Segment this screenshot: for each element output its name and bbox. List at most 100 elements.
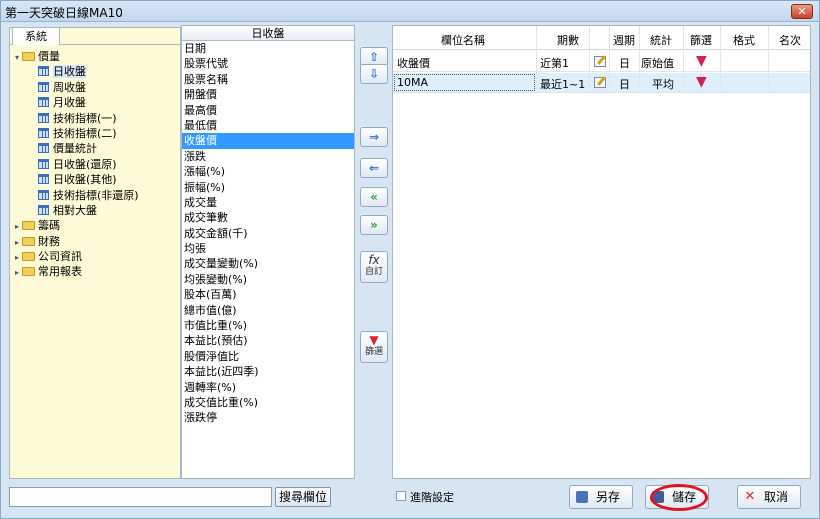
tab-system[interactable]: 系統 <box>12 27 60 45</box>
filter-icon: ▼ <box>369 333 379 347</box>
field-name-cell[interactable]: 收盤價 <box>397 55 430 71</box>
period-cell[interactable]: 近第1 <box>540 55 569 71</box>
list-item[interactable]: 股本(百萬) <box>182 287 354 302</box>
remove-all-button[interactable]: « <box>360 187 388 207</box>
add-all-button[interactable]: » <box>360 215 388 235</box>
tree-item[interactable]: 相對大盤 <box>12 203 178 218</box>
column-header-filter[interactable]: 篩選 <box>687 32 715 48</box>
statistic-cell[interactable]: 原始值 <box>641 55 674 71</box>
tree-item[interactable]: 日收盤(其他) <box>12 172 178 187</box>
table-icon <box>38 158 49 169</box>
tree-label: 周收盤 <box>53 80 86 94</box>
search-field-button[interactable]: 搜尋欄位 <box>275 487 331 507</box>
tree-folder[interactable]: ▸ 財務 <box>12 234 178 249</box>
period-cell[interactable]: 最近1~1 <box>540 76 585 92</box>
tree-label: 日收盤(其他) <box>53 173 117 187</box>
advanced-settings-checkbox[interactable] <box>396 491 406 501</box>
tree-folder[interactable]: ▸ 籌碼 <box>12 218 178 233</box>
tree-item[interactable]: 日收盤 <box>12 64 178 79</box>
title-bar: 第一天突破日線MA10 ✕ <box>0 0 820 22</box>
list-item[interactable]: 成交量變動(%) <box>182 256 354 271</box>
close-icon: ✕ <box>744 489 756 504</box>
list-item[interactable]: 漲跌停 <box>182 410 354 425</box>
column-header-field-name[interactable]: 欄位名稱 <box>393 32 533 48</box>
cycle-cell[interactable]: 日 <box>619 55 630 71</box>
list-item[interactable]: 開盤價 <box>182 87 354 102</box>
list-item[interactable]: 均張 <box>182 241 354 256</box>
table-row[interactable]: 收盤價 近第1 日 原始值 ▼ <box>393 52 810 72</box>
table-row[interactable]: 10MA 最近1~1 日 平均 ▼ <box>393 73 810 93</box>
list-item[interactable]: 本益比(預估) <box>182 333 354 348</box>
filter-icon[interactable]: ▼ <box>696 74 707 90</box>
column-header-statistic[interactable]: 統計 <box>644 32 678 48</box>
list-item[interactable]: 收盤價 <box>182 133 354 149</box>
statistic-cell[interactable]: 平均 <box>652 76 674 92</box>
list-item[interactable]: 股票名稱 <box>182 72 354 87</box>
list-item[interactable]: 日期 <box>182 41 354 56</box>
list-item[interactable]: 股票代號 <box>182 56 354 71</box>
list-item[interactable]: 成交量 <box>182 195 354 210</box>
list-item[interactable]: 成交筆數 <box>182 210 354 225</box>
tree-item[interactable]: 價量統計 <box>12 141 178 156</box>
list-item[interactable]: 最高價 <box>182 103 354 118</box>
tree-item[interactable]: 日收盤(還原) <box>12 157 178 172</box>
tree-label: 技術指標(非還原) <box>53 188 139 202</box>
tree-item[interactable]: 技術指標(非還原) <box>12 188 178 203</box>
tree-label: 財務 <box>38 234 60 248</box>
move-down-button[interactable]: ⇩ <box>360 64 388 84</box>
cycle-cell[interactable]: 日 <box>619 76 630 92</box>
edit-icon[interactable] <box>594 56 606 67</box>
column-header-period-count[interactable]: 期數 <box>540 32 596 48</box>
column-header-cycle[interactable]: 週期 <box>611 32 637 48</box>
tree-label: 籌碼 <box>38 219 60 233</box>
field-list[interactable]: 日期 股票代號 股票名稱 開盤價 最高價 最低價 收盤價 漲跌 漲幅(%) 振幅(%) 成交量 成交筆… <box>181 41 355 479</box>
grid-header: 欄位名稱 期數 週期 統計 篩選 格式 名次 <box>393 26 810 50</box>
save-as-button[interactable]: 另存 <box>569 485 633 509</box>
filter-button[interactable]: ▼ 篩選 <box>360 331 388 363</box>
list-item[interactable]: 均張變動(%) <box>182 272 354 287</box>
list-item[interactable]: 市值比重(%) <box>182 318 354 333</box>
list-item[interactable]: 漲跌 <box>182 149 354 164</box>
list-item[interactable]: 最低價 <box>182 118 354 133</box>
table-icon <box>38 127 49 138</box>
double-arrow-left-icon: « <box>370 190 378 204</box>
tree-label: 技術指標(二) <box>53 126 117 140</box>
custom-field-button[interactable]: fx 自訂 <box>360 251 388 283</box>
close-button[interactable]: ✕ <box>791 4 813 19</box>
list-item[interactable]: 本益比(近四季) <box>182 364 354 379</box>
tree-folder[interactable]: ▸ 公司資訊 <box>12 249 178 264</box>
list-item[interactable]: 漲幅(%) <box>182 164 354 179</box>
filter-label: 篩選 <box>364 347 383 357</box>
field-name-cell[interactable]: 10MA <box>397 76 428 89</box>
tree-item[interactable]: 技術指標(二) <box>12 126 178 141</box>
arrow-right-icon: ⇒ <box>368 130 380 144</box>
add-field-button[interactable]: ⇒ <box>360 127 388 147</box>
list-item[interactable]: 週轉率(%) <box>182 380 354 395</box>
list-item[interactable]: 成交金額(千) <box>182 226 354 241</box>
edit-icon[interactable] <box>594 77 606 88</box>
list-item[interactable]: 振幅(%) <box>182 180 354 195</box>
column-header-format[interactable]: 格式 <box>727 32 761 48</box>
collapse-arrow-icon[interactable]: ▸ <box>12 219 22 234</box>
cancel-button[interactable]: ✕ 取消 <box>737 485 801 509</box>
list-item[interactable]: 總市值(億) <box>182 303 354 318</box>
collapse-arrow-icon[interactable]: ▸ <box>12 235 22 250</box>
list-item[interactable]: 成交值比重(%) <box>182 395 354 410</box>
list-item[interactable]: 股價淨值比 <box>182 349 354 364</box>
tree-label: 日收盤 <box>53 65 86 79</box>
collapse-arrow-icon[interactable]: ▸ <box>12 265 22 280</box>
expand-arrow-icon[interactable]: ▾ <box>12 50 22 65</box>
category-tree: ▾ 價量 日收盤 周收盤 月收盤 技術指標(一) 技術指標(二) 價量統計 日收盤(還原) 日收盤… <box>12 49 178 280</box>
filter-icon[interactable]: ▼ <box>696 53 707 69</box>
search-input[interactable] <box>9 487 272 507</box>
tree-folder[interactable]: ▸ 常用報表 <box>12 264 178 279</box>
column-header-rank[interactable]: 名次 <box>773 32 807 48</box>
tree-item[interactable]: 技術指標(一) <box>12 111 178 126</box>
table-icon <box>38 174 49 185</box>
tree-folder[interactable]: ▾ 價量 <box>12 49 178 64</box>
tree-item[interactable]: 周收盤 <box>12 80 178 95</box>
field-list-header: 日收盤 <box>181 25 355 41</box>
collapse-arrow-icon[interactable]: ▸ <box>12 250 22 265</box>
tree-item[interactable]: 月收盤 <box>12 95 178 110</box>
remove-field-button[interactable]: ⇐ <box>360 158 388 178</box>
